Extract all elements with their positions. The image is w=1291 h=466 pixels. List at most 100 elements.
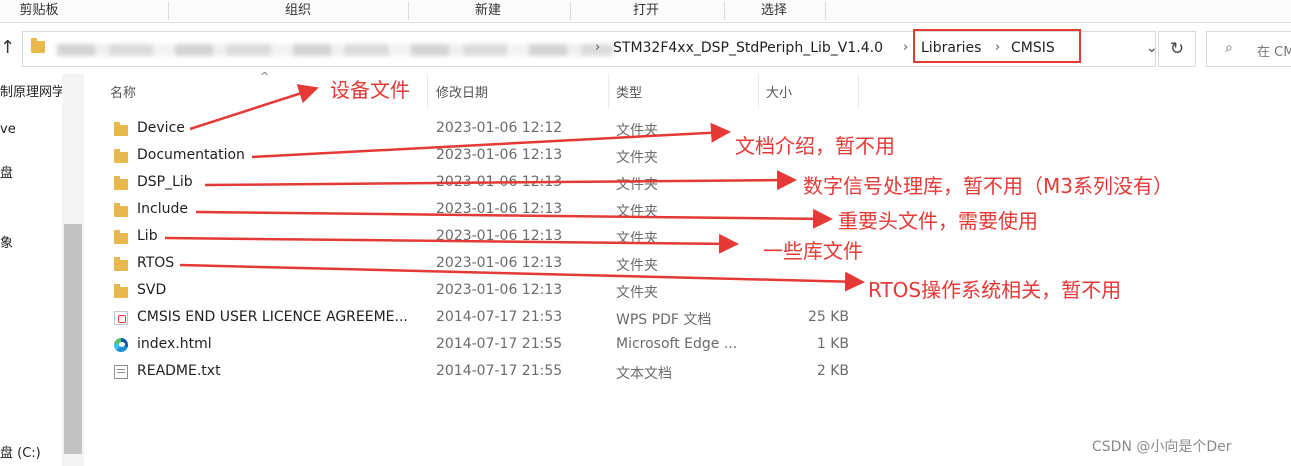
file-name: Device — [137, 120, 185, 136]
file-name: index.html — [137, 336, 212, 352]
file-size: 1 KB — [816, 336, 849, 352]
nav-item[interactable]: 盘 — [0, 162, 13, 181]
search-input[interactable]: ⌕ 在 CM — [1206, 31, 1291, 67]
file-row[interactable]: CMSIS END USER LICENCE AGREEME... 2014-0… — [106, 305, 866, 332]
file-size: 2 KB — [816, 363, 849, 379]
breadcrumb-separator: › — [595, 40, 601, 55]
watermark: CSDN @小向是个Der — [1092, 439, 1232, 455]
file-list: ^ 名称 修改日期 类型 大小 Device 2023-01-06 12:12 … — [84, 70, 1291, 466]
annotation-rtos: RTOS操作系统相关，暂不用 — [868, 278, 1122, 302]
file-row[interactable]: index.html 2014-07-17 21:55 Microsoft Ed… — [106, 332, 866, 359]
annotation-device: 设备文件 — [330, 78, 410, 102]
breadcrumb-separator: › — [903, 40, 909, 55]
file-type: 文件夹 — [616, 150, 658, 166]
ribbon-separator — [570, 2, 571, 20]
file-row[interactable]: DSP_Lib 2023-01-06 12:13 文件夹 — [106, 170, 866, 197]
file-name: README.txt — [137, 363, 221, 379]
column-header-size[interactable]: 大小 — [766, 82, 792, 101]
file-type: 文件夹 — [616, 123, 658, 139]
file-date: 2014-07-17 21:55 — [436, 336, 563, 352]
refresh-icon[interactable]: ↻ — [1158, 31, 1196, 67]
folder-icon — [114, 149, 128, 163]
file-type: 文件夹 — [616, 177, 658, 193]
file-date: 2023-01-06 12:13 — [436, 147, 563, 163]
annotation-lib: 一些库文件 — [763, 239, 863, 263]
file-row[interactable]: SVD 2023-01-06 12:13 文件夹 — [106, 278, 866, 305]
file-type: 文件夹 — [616, 285, 658, 301]
file-type: 文件夹 — [616, 231, 658, 247]
nav-item-drive-c[interactable]: 盘 (C:) — [0, 442, 41, 461]
ribbon-separator — [408, 2, 409, 20]
ribbon-group-clipboard[interactable]: 剪贴板 — [0, 0, 78, 22]
column-header-name[interactable]: 名称 — [110, 82, 136, 101]
column-header-modified[interactable]: 修改日期 — [436, 82, 488, 101]
search-icon: ⌕ — [1225, 40, 1233, 56]
annotation-include: 重要头文件，需要使用 — [838, 209, 1038, 233]
annotation-documentation: 文档介绍，暂不用 — [735, 134, 895, 158]
file-row[interactable]: Lib 2023-01-06 12:13 文件夹 — [106, 224, 866, 251]
file-row[interactable]: RTOS 2023-01-06 12:13 文件夹 — [106, 251, 866, 278]
ribbon-separator — [825, 2, 826, 20]
file-date: 2023-01-06 12:13 — [436, 228, 563, 244]
column-divider[interactable] — [758, 74, 759, 108]
file-name: SVD — [137, 282, 167, 298]
blurred-path — [57, 44, 613, 56]
file-row[interactable]: README.txt 2014-07-17 21:55 文本文档 2 KB — [106, 359, 866, 386]
pdf-icon — [114, 311, 128, 325]
breadcrumb-lib-folder[interactable]: STM32F4xx_DSP_StdPeriph_Lib_V1.4.0 — [613, 40, 883, 56]
file-name: CMSIS END USER LICENCE AGREEME... — [137, 309, 408, 325]
nav-item[interactable]: ve — [0, 122, 16, 137]
file-type: 文件夹 — [616, 258, 658, 274]
file-type: 文件夹 — [616, 204, 658, 220]
folder-icon — [114, 176, 128, 190]
annotation-dsp-lib: 数字信号处理库，暂不用（M3系列没有） — [803, 174, 1173, 198]
address-row: ↑ › STM32F4xx_DSP_StdPeriph_Lib_V1.4.0 ›… — [0, 23, 1291, 73]
nav-item[interactable]: 象 — [0, 232, 13, 251]
column-divider[interactable] — [608, 74, 609, 108]
folder-icon — [114, 122, 128, 136]
ribbon-separator — [724, 2, 725, 20]
folder-icon — [114, 203, 128, 217]
file-name: DSP_Lib — [137, 174, 193, 190]
file-name: Include — [137, 201, 188, 217]
file-name: RTOS — [137, 255, 175, 271]
column-header-type[interactable]: 类型 — [616, 82, 642, 101]
search-placeholder: 在 CM — [1257, 45, 1291, 60]
file-name: Documentation — [137, 147, 245, 163]
chevron-down-icon[interactable]: ⌄ — [1146, 40, 1158, 56]
nav-scrollbar[interactable] — [62, 74, 84, 466]
file-date: 2023-01-06 12:13 — [436, 282, 563, 298]
nav-item[interactable]: 制原理网学 — [0, 81, 65, 100]
file-date: 2014-07-17 21:53 — [436, 309, 563, 325]
file-size: 25 KB — [807, 309, 849, 325]
navigation-pane: 制原理网学 ve 盘 象 盘 (C:) — [0, 74, 84, 466]
folder-icon — [114, 284, 128, 298]
sort-up-icon: ^ — [260, 70, 270, 83]
file-type: Microsoft Edge ... — [616, 336, 738, 352]
edge-icon — [114, 338, 128, 352]
ribbon-bar: 剪贴板 组织 新建 打开 选择 — [0, 0, 1291, 23]
ribbon-group-open[interactable]: 打开 — [606, 0, 686, 22]
ribbon-group-select[interactable]: 选择 — [734, 0, 814, 22]
file-date: 2023-01-06 12:13 — [436, 174, 563, 190]
ribbon-group-organize[interactable]: 组织 — [258, 0, 338, 22]
column-divider[interactable] — [858, 74, 859, 108]
scrollbar-thumb[interactable] — [64, 224, 82, 454]
file-date: 2023-01-06 12:12 — [436, 120, 563, 136]
ribbon-group-new[interactable]: 新建 — [448, 0, 528, 22]
breadcrumb-highlight-box — [913, 29, 1081, 63]
file-type: WPS PDF 文档 — [616, 312, 712, 328]
file-date: 2023-01-06 12:13 — [436, 255, 563, 271]
file-date: 2023-01-06 12:13 — [436, 201, 563, 217]
up-arrow-icon[interactable]: ↑ — [0, 37, 16, 59]
file-name: Lib — [137, 228, 158, 244]
ribbon-separator — [168, 2, 169, 20]
file-date: 2014-07-17 21:55 — [436, 363, 563, 379]
text-file-icon — [114, 365, 128, 379]
column-divider[interactable] — [427, 74, 428, 108]
folder-icon — [114, 230, 128, 244]
folder-icon — [114, 257, 128, 271]
folder-icon — [31, 38, 45, 53]
file-type: 文本文档 — [616, 366, 672, 382]
file-row[interactable]: Include 2023-01-06 12:13 文件夹 — [106, 197, 866, 224]
